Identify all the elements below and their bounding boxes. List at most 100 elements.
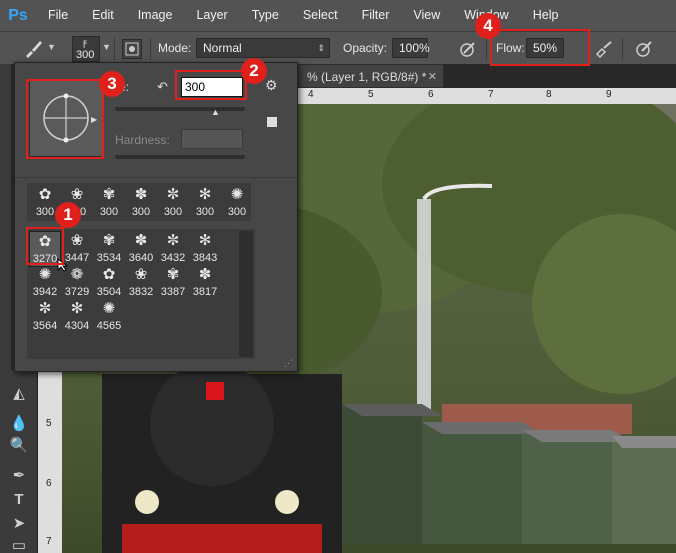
- splatter-brush-icon: ✻: [198, 186, 212, 203]
- brush-preset[interactable]: ✼ 3564: [29, 299, 61, 335]
- ruler-h-mark: 7: [488, 89, 494, 100]
- brush-preset[interactable]: ✽ 3817: [189, 265, 221, 301]
- updown-icon: ⇕: [317, 43, 325, 53]
- resize-grip-icon[interactable]: ⋰: [284, 358, 293, 369]
- splatter-brush-icon: ✿: [38, 186, 52, 203]
- horizontal-ruler: 4 5 6 7 8 9: [296, 88, 676, 104]
- ruler-h-mark: 4: [308, 89, 314, 100]
- brush-preset[interactable]: ✼ 300: [157, 185, 189, 221]
- panel-divider: [15, 177, 297, 178]
- callout-badge-4: 4: [475, 13, 501, 39]
- ruler-h-mark: 8: [546, 89, 552, 100]
- brush-preset[interactable]: ✻ 4304: [61, 299, 93, 335]
- brush-tool-icon[interactable]: [22, 38, 44, 60]
- ruler-v-mark: 5: [46, 418, 52, 429]
- opacity-label: Opacity:: [343, 41, 388, 55]
- type-tool-icon[interactable]: T: [9, 490, 29, 510]
- new-preset-icon[interactable]: [267, 117, 277, 127]
- callout-box-tip-preview: [26, 79, 104, 159]
- reset-icon[interactable]: ↶: [157, 79, 168, 95]
- menu-bar: Ps File Edit Image Layer Type Select Fil…: [0, 0, 676, 31]
- dodge-tool-icon[interactable]: 🔍: [9, 436, 29, 456]
- brush-preset[interactable]: ✾ 300: [93, 185, 125, 221]
- splatter-brush-icon: ✼: [38, 300, 52, 317]
- brush-preset[interactable]: ✺ 4565: [93, 299, 125, 335]
- splatter-brush-icon: ❀: [134, 266, 148, 283]
- brush-size-picker[interactable]: ϝ 300: [72, 36, 100, 62]
- ruler-v-mark: 7: [46, 536, 52, 547]
- document-tab[interactable]: % (Layer 1, RGB/8#) * ✕: [296, 64, 444, 88]
- callout-badge-2: 2: [241, 58, 267, 84]
- brush-preset[interactable]: ✾ 3534: [93, 231, 125, 267]
- brush-preset[interactable]: ✽ 3640: [125, 231, 157, 267]
- pen-tool-icon[interactable]: ✒: [9, 466, 29, 486]
- photoshop-logo: Ps: [8, 6, 28, 24]
- pressure-size-icon[interactable]: [634, 39, 654, 59]
- vertical-ruler: 5 6 7: [38, 370, 62, 553]
- splatter-brush-icon: ✺: [102, 300, 116, 317]
- menu-filter[interactable]: Filter: [350, 0, 402, 31]
- tool-preset-arrow[interactable]: ▼: [47, 42, 56, 52]
- paint-bucket-icon[interactable]: ◭: [9, 384, 29, 404]
- shape-tool-icon[interactable]: ▭: [9, 536, 29, 553]
- panel-settings-gear-icon[interactable]: ⚙: [265, 77, 278, 94]
- size-slider-thumb[interactable]: ▲: [211, 107, 220, 117]
- brush-size-value: 300: [76, 49, 95, 61]
- ruler-h-mark: 6: [428, 89, 434, 100]
- brush-preset[interactable]: ✽ 300: [125, 185, 157, 221]
- splatter-brush-icon: ✺: [230, 186, 244, 203]
- menu-file[interactable]: File: [36, 0, 80, 31]
- brush-preset[interactable]: ✾ 3387: [157, 265, 189, 301]
- splatter-brush-icon: ✽: [198, 266, 212, 283]
- callout-badge-1: 1: [55, 202, 81, 228]
- callout-box-preset: [26, 227, 64, 265]
- tools-panel: ◭ 💧 🔍 ✒ T ➤ ▭: [0, 370, 38, 553]
- mode-select[interactable]: Normal ⇕: [196, 38, 330, 58]
- splatter-brush-icon: ✼: [166, 232, 180, 249]
- opacity-input[interactable]: 100%: [392, 38, 430, 58]
- splatter-brush-icon: ✿: [102, 266, 116, 283]
- splatter-brush-icon: ✽: [134, 186, 148, 203]
- menu-type[interactable]: Type: [240, 0, 291, 31]
- brush-preset[interactable]: ✺ 300: [221, 185, 253, 221]
- menu-layer[interactable]: Layer: [184, 0, 239, 31]
- close-icon[interactable]: ✕: [428, 65, 437, 89]
- pressure-opacity-icon[interactable]: [458, 39, 478, 59]
- splatter-brush-icon: ✾: [102, 186, 116, 203]
- document-tab-title: % (Layer 1, RGB/8#) *: [307, 70, 427, 84]
- callout-box-flow: [490, 29, 590, 66]
- size-slider[interactable]: [115, 107, 245, 111]
- brush-preset[interactable]: ✿ 3504: [93, 265, 125, 301]
- path-select-icon[interactable]: ➤: [9, 514, 29, 534]
- menu-help[interactable]: Help: [521, 0, 571, 31]
- ruler-h-mark: 5: [368, 89, 374, 100]
- menu-view[interactable]: View: [401, 0, 452, 31]
- blur-tool-icon[interactable]: 💧: [9, 414, 29, 434]
- brush-picker-arrow[interactable]: ▼: [102, 42, 111, 52]
- splatter-brush-icon: ✼: [166, 186, 180, 203]
- hardness-label: Hardness:: [115, 133, 170, 147]
- splatter-brush-icon: ✾: [166, 266, 180, 283]
- brush-preset[interactable]: ❀ 3832: [125, 265, 157, 301]
- callout-badge-3: 3: [99, 71, 125, 97]
- brush-preset[interactable]: ✼ 3432: [157, 231, 189, 267]
- splatter-brush-icon: ✽: [134, 232, 148, 249]
- splatter-brush-icon: ✻: [70, 300, 84, 317]
- brush-preset[interactable]: ✻ 3843: [189, 231, 221, 267]
- ruler-v-mark: 6: [46, 478, 52, 489]
- callout-box-size-field: [175, 70, 247, 100]
- splatter-brush-icon: ✾: [102, 232, 116, 249]
- menu-edit[interactable]: Edit: [80, 0, 126, 31]
- brush-tip-icon: ϝ: [83, 38, 88, 49]
- brush-panel-toggle-icon[interactable]: [122, 39, 142, 59]
- hardness-input: [181, 129, 243, 149]
- splatter-brush-icon: ❀: [70, 232, 84, 249]
- menu-select[interactable]: Select: [291, 0, 350, 31]
- ruler-h-mark: 9: [606, 89, 612, 100]
- hardness-slider: [115, 155, 245, 159]
- airbrush-icon[interactable]: [594, 39, 614, 59]
- brush-preset[interactable]: ✻ 300: [189, 185, 221, 221]
- menu-image[interactable]: Image: [126, 0, 185, 31]
- preset-scrollbar[interactable]: [239, 231, 253, 357]
- splatter-brush-icon: ✻: [198, 232, 212, 249]
